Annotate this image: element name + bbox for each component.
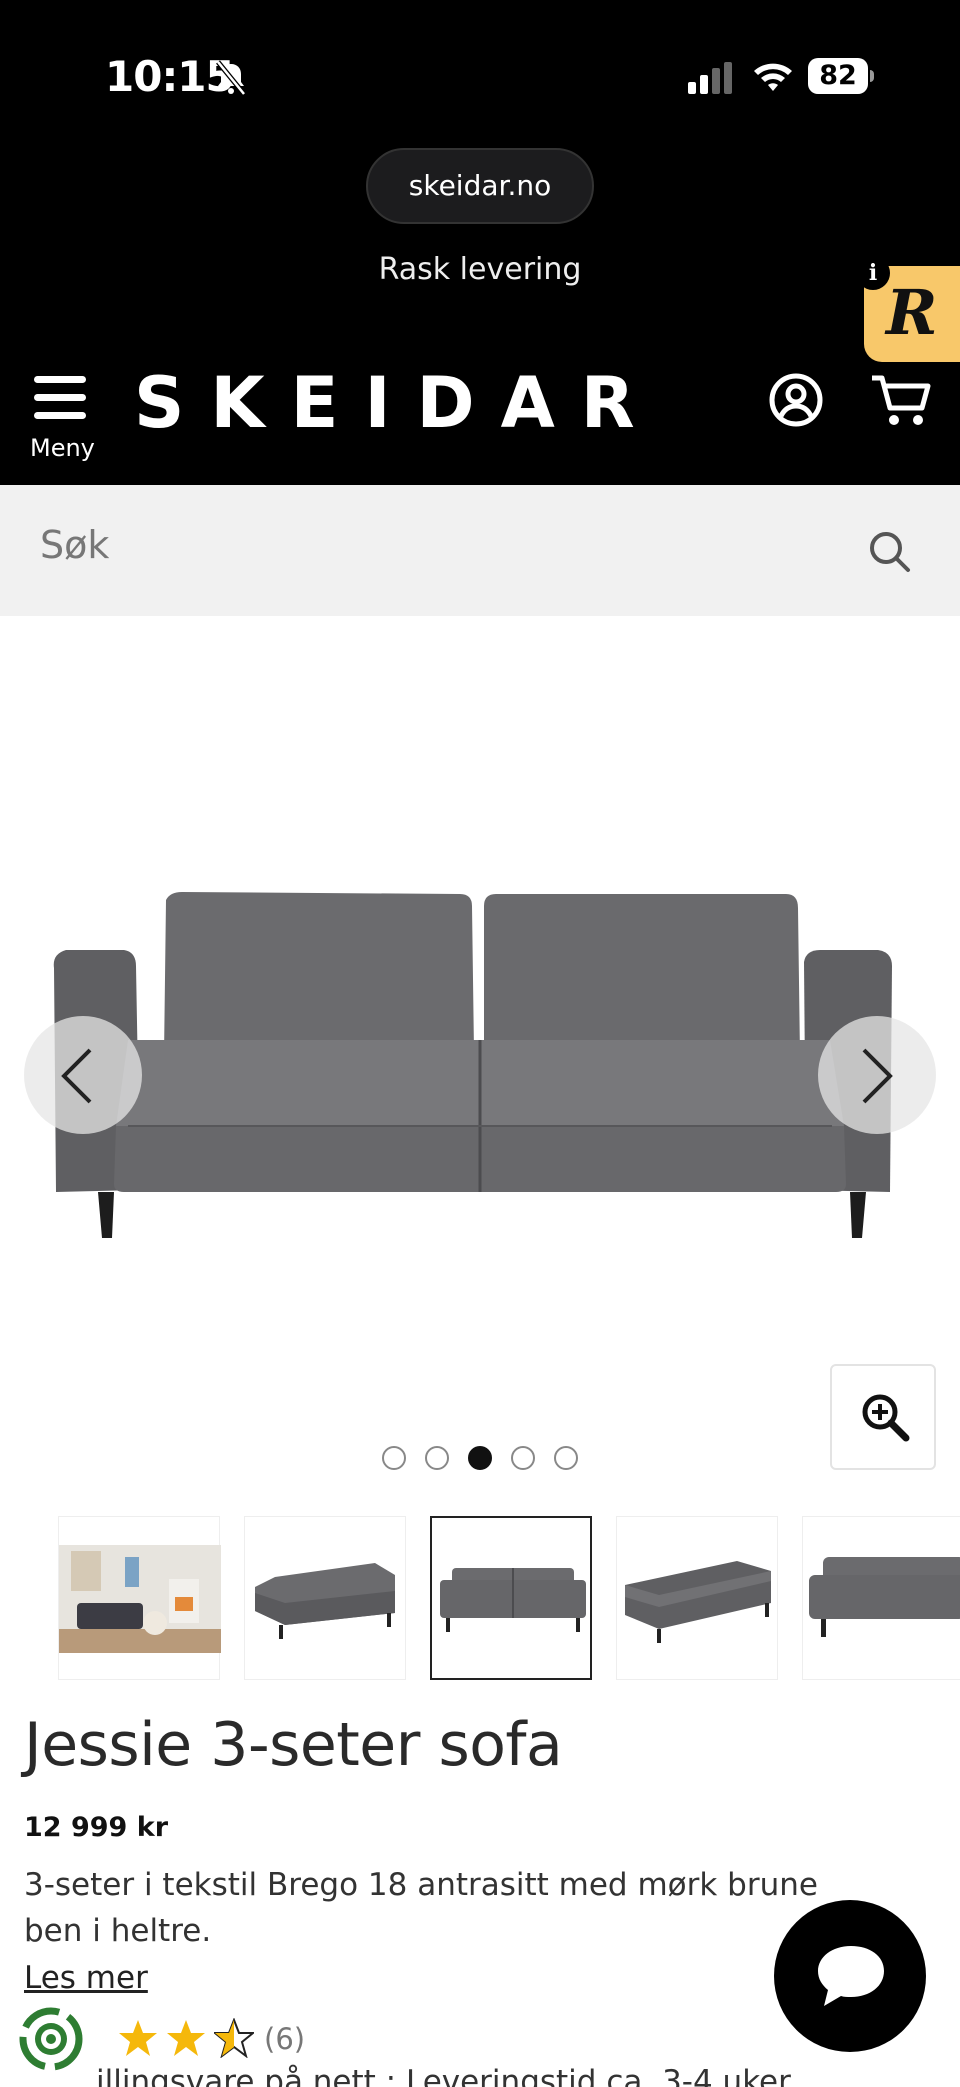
- delivery-info: illingsvare på nett : Leveringstid ca. 3…: [96, 2064, 791, 2087]
- product-description: 3-seter i tekstil Brego 18 antrasitt med…: [24, 1867, 818, 1949]
- thumbnail-room-scene[interactable]: [58, 1516, 221, 1680]
- product-title: Jessie 3-seter sofa: [24, 1710, 563, 1780]
- hamburger-icon-bar: [34, 394, 86, 401]
- chat-button[interactable]: [774, 1900, 926, 2052]
- product-price: 12 999 kr: [24, 1812, 169, 1843]
- search-input[interactable]: Søk: [0, 485, 960, 616]
- sustainability-badge-icon[interactable]: [16, 2004, 86, 2074]
- cart-icon[interactable]: [870, 372, 932, 428]
- review-badge-letter: R: [886, 276, 938, 349]
- thumbnail-sofa-front[interactable]: [430, 1516, 592, 1680]
- url-bar[interactable]: skeidar.no: [366, 148, 594, 224]
- pagination-dot[interactable]: [554, 1446, 578, 1470]
- battery-nub: [870, 70, 874, 82]
- chevron-right-icon: [862, 1048, 893, 1104]
- hamburger-icon-bar: [34, 412, 86, 419]
- read-more-link[interactable]: Les mer: [24, 1960, 148, 1996]
- battery-indicator: 82: [808, 58, 874, 94]
- silent-bell-icon: [216, 60, 246, 96]
- pagination-dot[interactable]: [425, 1446, 449, 1470]
- image-pagination: [380, 1446, 580, 1472]
- chevron-left-icon: [61, 1048, 92, 1104]
- site-logo[interactable]: SKEIDAR: [134, 358, 654, 448]
- star-icon: [119, 2020, 157, 2056]
- thumbnail-sofa-back-angle[interactable]: [616, 1516, 778, 1680]
- info-icon[interactable]: i: [856, 256, 890, 290]
- search-icon[interactable]: [868, 530, 912, 574]
- product-image[interactable]: [40, 880, 920, 1240]
- battery-level: 82: [808, 58, 868, 94]
- zoom-in-icon: [862, 1394, 910, 1442]
- previous-image-button[interactable]: [24, 1016, 142, 1134]
- star-icon: [167, 2020, 205, 2056]
- menu-label: Meny: [30, 434, 95, 462]
- status-bar: 10:15 82: [0, 0, 960, 150]
- chat-icon: [818, 1946, 884, 2006]
- pagination-dot[interactable]: [382, 1446, 406, 1470]
- pagination-dot[interactable]: [511, 1446, 535, 1470]
- hamburger-icon-bar: [34, 376, 86, 383]
- thumbnail-sofa-side[interactable]: [802, 1516, 960, 1680]
- half-star-icon: [214, 2018, 254, 2058]
- wifi-icon: [754, 63, 792, 91]
- next-image-button[interactable]: [818, 1016, 936, 1134]
- zoom-button[interactable]: [830, 1364, 936, 1470]
- thumbnail-sofa-angle[interactable]: [244, 1516, 406, 1680]
- site-header: 10:15 82 skeidar.no Rask levering R i Me…: [0, 0, 960, 485]
- thumbnail-strip: [0, 1516, 960, 1680]
- cell-signal-icon: [688, 62, 732, 94]
- review-count[interactable]: (6): [264, 2022, 305, 2056]
- user-icon[interactable]: [768, 372, 824, 428]
- pagination-dot-active[interactable]: [468, 1446, 492, 1470]
- promo-banner[interactable]: Rask levering: [0, 252, 960, 287]
- menu-button[interactable]: Meny: [30, 372, 95, 462]
- search-placeholder: Søk: [40, 523, 110, 567]
